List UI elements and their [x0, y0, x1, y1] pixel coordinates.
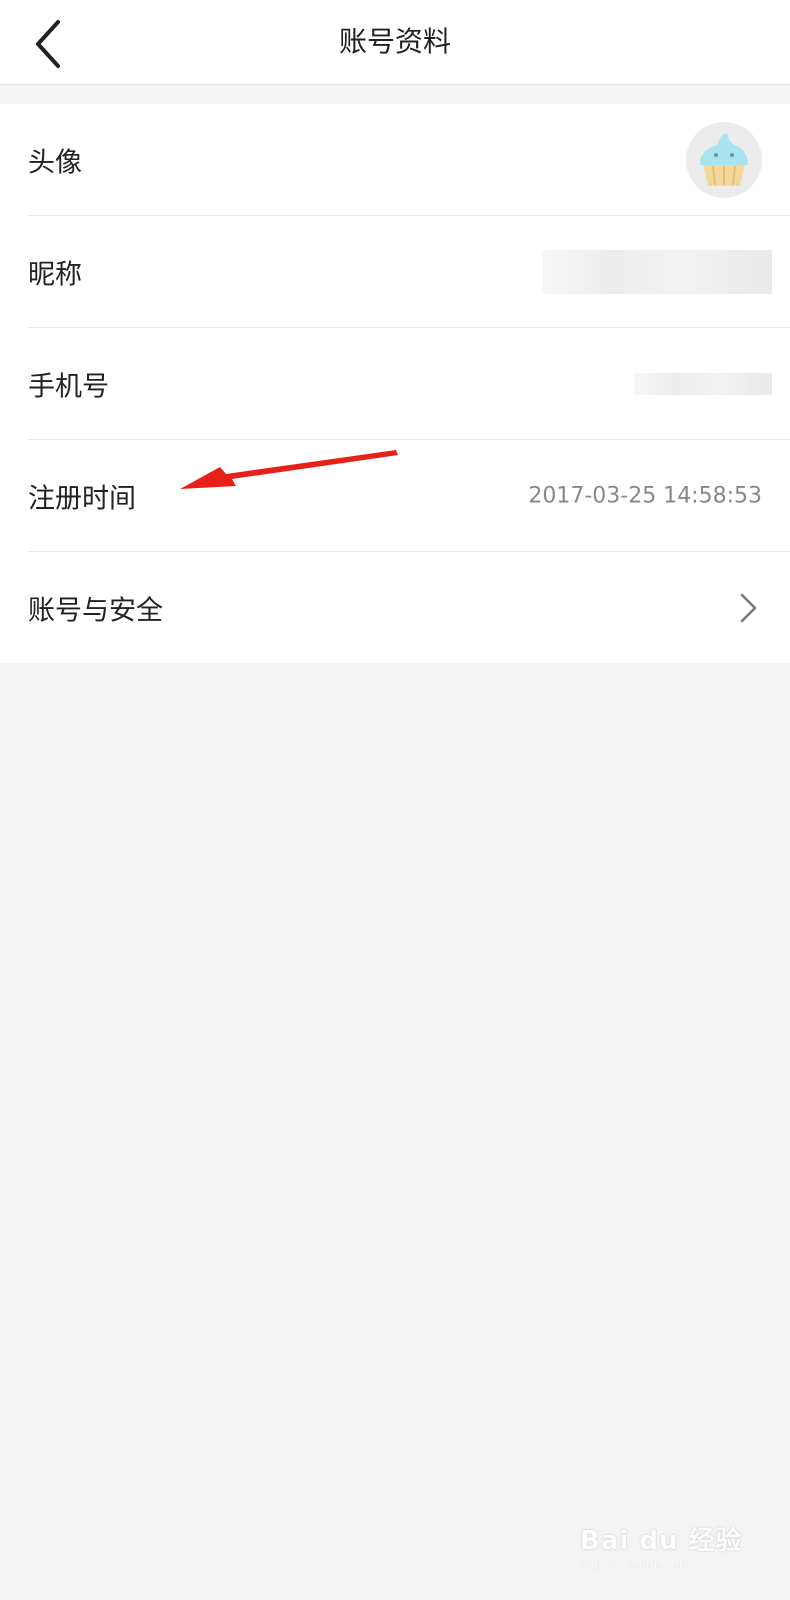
cupcake-avatar-icon — [700, 133, 748, 186]
avatar-label: 头像 — [28, 147, 82, 178]
top-bar: 账号资料 — [0, 0, 790, 85]
watermark-sub-text: jingyan.baidu.com — [580, 1558, 691, 1572]
phone-label: 手机号 — [28, 371, 109, 402]
nickname-value-blurred — [542, 249, 772, 294]
baidu-jingyan-watermark: Bai du 经验 jingyan.baidu.com — [580, 1520, 750, 1580]
red-arrow-annotation — [180, 450, 398, 489]
account-security-row[interactable]: 账号与安全 — [28, 552, 790, 663]
page-title: 账号资料 — [338, 25, 451, 58]
watermark-main-text: Bai du 经验 — [580, 1526, 743, 1556]
phone-value-blurred — [634, 372, 772, 395]
nickname-row[interactable]: 昵称 — [28, 216, 790, 328]
nickname-label: 昵称 — [28, 259, 82, 290]
avatar-row[interactable]: 头像 — [28, 104, 790, 216]
account-security-label: 账号与安全 — [28, 595, 163, 626]
chevron-right-icon — [740, 593, 757, 622]
register-time-label: 注册时间 — [28, 483, 136, 514]
profile-list: 头像 昵称 手机号 注册时间 2017-03-25 14:58:53 账号与安全 — [0, 104, 790, 663]
phone-row[interactable]: 手机号 — [28, 328, 790, 440]
avatar[interactable] — [686, 121, 762, 198]
account-profile-page: 账号资料 头像 昵称 手机号 注册时间 2017-03-25 14:58:53 … — [0, 0, 790, 1600]
register-time-value: 2017-03-25 14:58:53 — [528, 483, 762, 508]
